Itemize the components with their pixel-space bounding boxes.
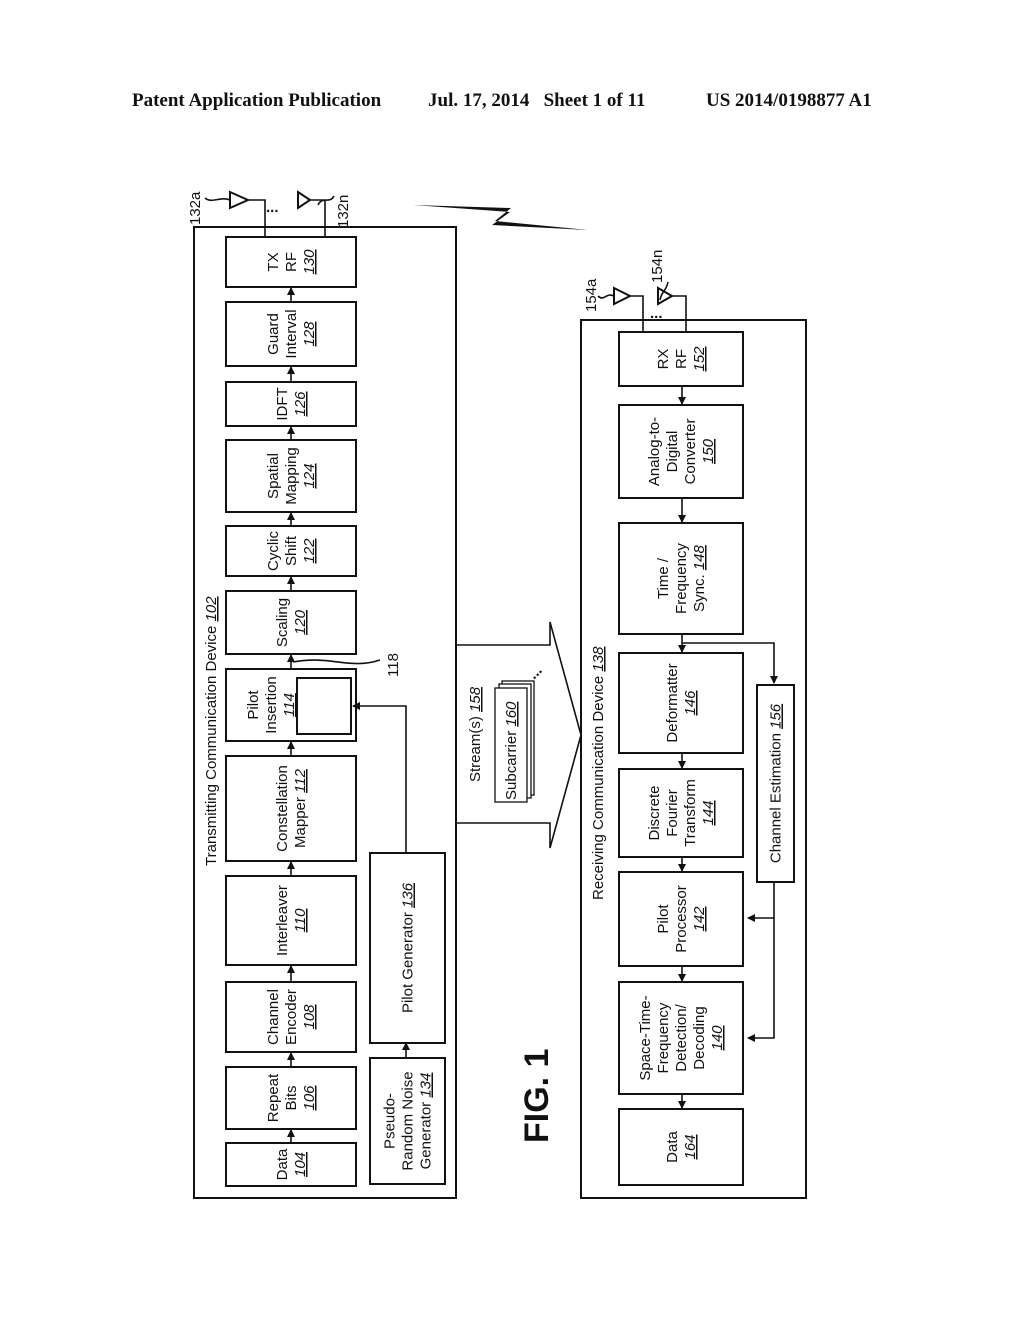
figure-label: FIG. 1 (518, 1049, 556, 1143)
stf-decoding-ref: 140 (709, 1025, 726, 1051)
deformatter-block (618, 652, 744, 754)
spatial-mapping-label: Spatial (265, 453, 282, 499)
interleaver-label: Interleaver (274, 885, 291, 956)
idft-label: IDFT (274, 387, 291, 420)
deformatter-label: Deformatter (664, 663, 681, 742)
pilot-processor-label: Pilot (655, 904, 672, 934)
pn-generator-label: Pseudo- (382, 1093, 399, 1149)
pilot-insertion-label: Pilot (245, 690, 262, 720)
stf-decoding-label: Detection/ (673, 1003, 690, 1071)
spatial-mapping-label: Mapping (283, 447, 300, 505)
dft-block (618, 768, 744, 858)
pn-generator-label: Generator 134 (418, 1073, 435, 1170)
channel-encoder-label: Encoder (283, 989, 300, 1045)
stf-decoding-label: Frequency (655, 1002, 672, 1073)
scaling-block (225, 590, 357, 655)
repeat-bits-label: Bits (283, 1085, 300, 1110)
signal-118-label: 118 (385, 653, 402, 677)
scaling-ref: 120 (292, 609, 309, 635)
repeat-bits-label: Repeat (265, 1073, 282, 1122)
rx-rf-label: RX (655, 349, 672, 370)
rx-rf-ref: 152 (691, 346, 708, 372)
rx-antenna-a-leader (597, 294, 615, 299)
pilot-generator-label: Pilot Generator 136 (400, 882, 417, 1013)
tx-antenna-n-label: 132n (335, 195, 352, 228)
adc-label: Digital (664, 431, 681, 473)
data-out-label: Data (664, 1131, 681, 1163)
guard-interval-ref: 128 (301, 321, 318, 347)
tx-antenna-a-label: 132a (187, 191, 204, 225)
data-ref: 104 (292, 1152, 309, 1177)
rx-rf-label: RF (673, 349, 690, 369)
cyclic-shift-label: Cyclic (265, 531, 282, 571)
pilot-insertion-ref: 114 (281, 693, 298, 717)
adc-label: Converter (682, 419, 699, 485)
cyclic-shift-ref: 122 (301, 538, 318, 564)
pilot-insertion-label: Insertion (263, 676, 280, 734)
channel-encoder-label: Channel (265, 989, 282, 1045)
dft-ref: 144 (700, 800, 717, 825)
constellation-mapper-label: Constellation (274, 765, 291, 852)
adc-label: Analog-to- (646, 417, 663, 486)
stf-decoding-label: Space-Time- (637, 995, 654, 1080)
dft-label: Fourier (664, 789, 681, 837)
spatial-mapping-ref: 124 (301, 463, 318, 488)
scaling-label: Scaling (274, 598, 291, 647)
map-block (296, 677, 352, 735)
tx-antenna-a-leader (204, 197, 231, 202)
transmitter-device-label: Transmitting Communication Device 102 (203, 596, 220, 866)
cyclic-shift-label: Shift (283, 535, 300, 566)
adc-ref: 150 (700, 438, 717, 464)
rx-antenna-a-icon (613, 286, 633, 306)
channel-encoder-ref: 108 (301, 1004, 318, 1030)
block-diagram: Transmitting Communication Device 102 Re… (187, 190, 807, 1199)
tx-antenna-a-icon (229, 190, 251, 210)
rx-antenna-a-label: 154a (583, 278, 600, 312)
idft-ref: 126 (292, 391, 309, 417)
pn-generator-label: Random Noise (400, 1071, 417, 1170)
repeat-bits-ref: 106 (301, 1085, 318, 1111)
tx-antenna-ellipsis: ... (266, 199, 279, 216)
sync-label: Frequency (673, 543, 690, 614)
dft-label: Discrete (646, 785, 663, 840)
tx-rf-label: TX (265, 252, 282, 271)
rx-antenna-n-label: 154n (649, 250, 666, 283)
data-out-block (618, 1108, 744, 1186)
deformatter-ref: 146 (682, 690, 699, 716)
data-label: Data (274, 1148, 291, 1180)
adc-block (618, 404, 744, 499)
data-out-ref: 164 (682, 1134, 699, 1159)
receiver-device-label: Receiving Communication Device 138 (590, 646, 607, 900)
rx-antenna-ellipsis: ... (650, 305, 663, 322)
guard-interval-label: Interval (283, 309, 300, 358)
channel-estimation-label: Channel Estimation 156 (768, 703, 785, 863)
constellation-mapper-label: Mapper 112 (292, 768, 309, 848)
tx-antenna-n-icon (297, 190, 312, 210)
pilot-processor-ref: 142 (691, 906, 708, 932)
idft-block (225, 381, 357, 427)
pilot-processor-label: Processor (673, 885, 690, 953)
constellation-mapper-block (225, 755, 357, 862)
streams-label: Stream(s) 158 (467, 686, 484, 782)
sync-label: Time / (655, 557, 672, 599)
interleaver-ref: 110 (292, 908, 309, 933)
dft-label: Transform (682, 779, 699, 847)
data-block (225, 1142, 357, 1187)
guard-interval-label: Guard (265, 313, 282, 355)
sync-label: Sync. 148 (691, 544, 708, 611)
tx-rf-label: RF (283, 252, 300, 272)
interleaver-block (225, 875, 357, 966)
tx-rf-ref: 130 (301, 249, 318, 275)
subcarrier-label: Subcarrier 160 (503, 701, 520, 800)
stf-decoding-label: Decoding (691, 1006, 708, 1069)
